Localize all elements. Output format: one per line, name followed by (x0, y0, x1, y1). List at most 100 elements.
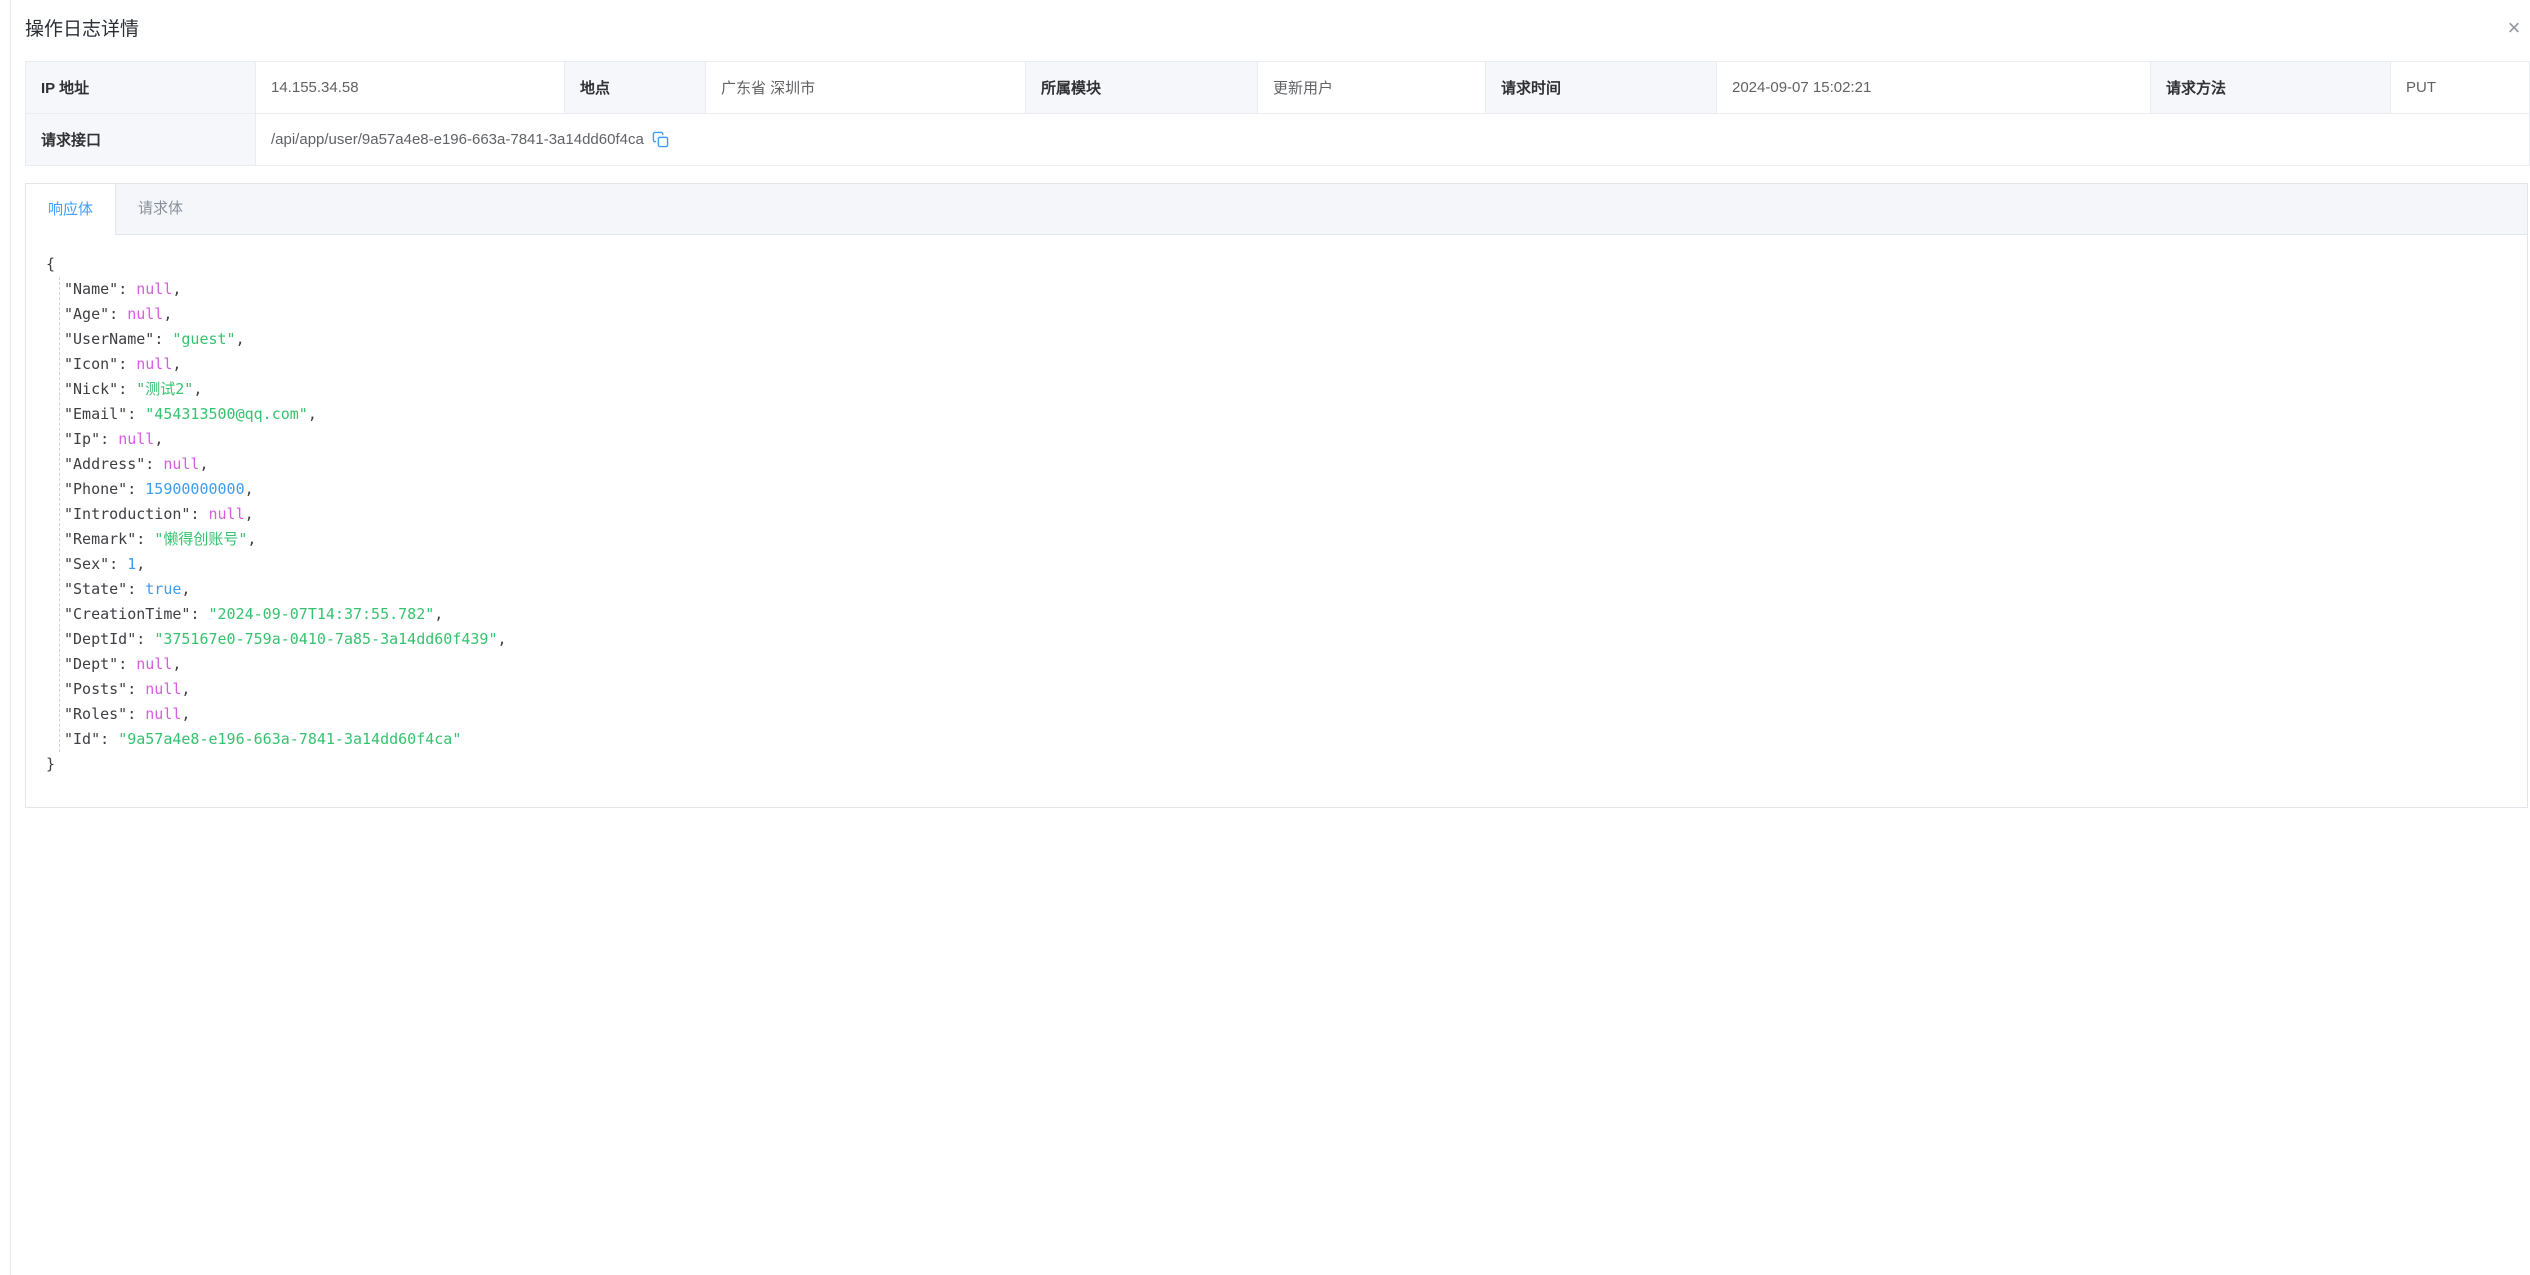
json-line: "Introduction": null, (46, 502, 2507, 527)
json-line: "Roles": null, (46, 702, 2507, 727)
json-line: "State": true, (46, 577, 2507, 602)
request-api-path: /api/app/user/9a57a4e8-e196-663a-7841-3a… (271, 131, 644, 148)
json-token: "375167e0-759a-0410-7a85-3a14dd60f439" (154, 630, 497, 648)
json-token: , (172, 355, 181, 373)
json-line: "Nick": "测试2", (46, 377, 2507, 402)
json-viewer: {"Name": null,"Age": null,"UserName": "g… (46, 252, 2507, 777)
json-token: , (245, 505, 254, 523)
json-token: "9a57a4e8-e196-663a-7841-3a14dd60f4ca" (118, 730, 461, 748)
field-label-request-api: 请求接口 (26, 114, 256, 166)
json-token: null (127, 305, 163, 323)
field-value-module: 更新用户 (1258, 62, 1486, 114)
json-token: "DeptId" (64, 630, 136, 648)
json-line: "Remark": "懒得创账号", (46, 527, 2507, 552)
json-token: } (46, 755, 55, 773)
field-label-request-method: 请求方法 (2151, 62, 2391, 114)
json-token: , (236, 330, 245, 348)
json-token: , (154, 430, 163, 448)
json-token: : (190, 505, 208, 523)
json-token: 1 (127, 555, 136, 573)
table-row: IP 地址 14.155.34.58 地点 广东省 深圳市 所属模块 更新用户 … (26, 62, 2530, 114)
json-token: "Posts" (64, 680, 127, 698)
json-token: : (136, 530, 154, 548)
field-value-request-api: /api/app/user/9a57a4e8-e196-663a-7841-3a… (256, 114, 2530, 166)
dialog-title: 操作日志详情 (25, 14, 139, 41)
json-token: null (209, 505, 245, 523)
json-line: "CreationTime": "2024-09-07T14:37:55.782… (46, 602, 2507, 627)
field-value-request-time: 2024-09-07 15:02:21 (1717, 62, 2151, 114)
tab-request-body[interactable]: 请求体 (116, 184, 205, 234)
json-token: , (497, 630, 506, 648)
json-line: "Name": null, (46, 277, 2507, 302)
json-line: "DeptId": "375167e0-759a-0410-7a85-3a14d… (46, 627, 2507, 652)
json-token: , (245, 480, 254, 498)
copy-button[interactable] (652, 131, 669, 148)
json-token: "测试2" (136, 380, 193, 398)
json-line: "Id": "9a57a4e8-e196-663a-7841-3a14dd60f… (46, 727, 2507, 752)
json-token: "Introduction" (64, 505, 190, 523)
json-token: null (145, 680, 181, 698)
json-token: true (145, 580, 181, 598)
field-label-ip: IP 地址 (26, 62, 256, 114)
json-token: "Age" (64, 305, 109, 323)
json-token: "Ip" (64, 430, 100, 448)
json-token: , (308, 405, 317, 423)
json-token: "guest" (172, 330, 235, 348)
json-token: "Dept" (64, 655, 118, 673)
json-token: : (100, 730, 118, 748)
json-token: null (163, 455, 199, 473)
json-token: "Address" (64, 455, 145, 473)
json-token: : (100, 430, 118, 448)
json-token: null (118, 430, 154, 448)
json-line: "Email": "454313500@qq.com", (46, 402, 2507, 427)
log-detail-table: IP 地址 14.155.34.58 地点 广东省 深圳市 所属模块 更新用户 … (25, 61, 2530, 166)
json-token: null (145, 705, 181, 723)
close-button[interactable]: × (2499, 15, 2529, 41)
json-token: null (136, 355, 172, 373)
table-row: 请求接口 /api/app/user/9a57a4e8-e196-663a-78… (26, 114, 2530, 166)
json-line: "Dept": null, (46, 652, 2507, 677)
json-token: , (193, 380, 202, 398)
json-token: : (127, 405, 145, 423)
json-line: "Ip": null, (46, 427, 2507, 452)
json-token: "Nick" (64, 380, 118, 398)
json-token: : (127, 680, 145, 698)
json-token: "UserName" (64, 330, 154, 348)
json-token: , (199, 455, 208, 473)
json-token: "State" (64, 580, 127, 598)
json-token: : (109, 555, 127, 573)
json-token: null (136, 655, 172, 673)
tabs-header: 响应体 请求体 (26, 184, 2527, 235)
json-token: "CreationTime" (64, 605, 190, 623)
json-token: "Roles" (64, 705, 127, 723)
close-icon: × (2508, 15, 2521, 40)
json-line: "Sex": 1, (46, 552, 2507, 577)
json-line: "Posts": null, (46, 677, 2507, 702)
field-label-module: 所属模块 (1026, 62, 1258, 114)
json-line: "Address": null, (46, 452, 2507, 477)
field-value-location: 广东省 深圳市 (706, 62, 1026, 114)
json-token: : (118, 655, 136, 673)
copy-icon (652, 131, 669, 148)
json-token: : (118, 280, 136, 298)
json-token: "Email" (64, 405, 127, 423)
json-token: null (136, 280, 172, 298)
field-value-request-method: PUT (2391, 62, 2530, 114)
json-line: "Age": null, (46, 302, 2507, 327)
json-token: "Name" (64, 280, 118, 298)
json-token: : (109, 305, 127, 323)
field-value-ip: 14.155.34.58 (256, 62, 565, 114)
json-token: "Remark" (64, 530, 136, 548)
tab-response-body[interactable]: 响应体 (26, 184, 116, 235)
indent-guide-line (59, 277, 60, 752)
json-token: , (136, 555, 145, 573)
json-line: } (46, 752, 2507, 777)
json-token: : (127, 580, 145, 598)
json-token: , (163, 305, 172, 323)
field-label-request-time: 请求时间 (1486, 62, 1717, 114)
json-token: "Sex" (64, 555, 109, 573)
json-token: : (145, 455, 163, 473)
json-token: : (154, 330, 172, 348)
json-token: , (172, 655, 181, 673)
json-token: "454313500@qq.com" (145, 405, 308, 423)
